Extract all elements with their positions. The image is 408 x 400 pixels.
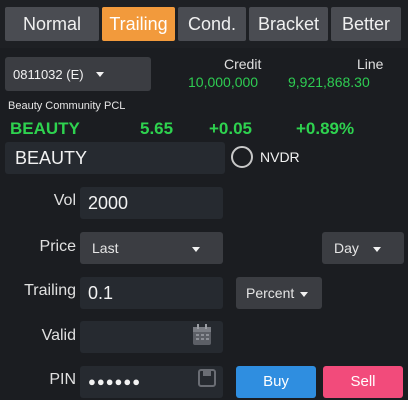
vol-label: Vol: [53, 192, 76, 209]
quote-percent-change: +0.89%: [296, 119, 355, 138]
line-label: Line: [357, 56, 384, 72]
chevron-down-icon: [300, 291, 309, 297]
price-label: Price: [39, 238, 76, 255]
quote-change: +0.05: [209, 119, 253, 138]
symbol-input[interactable]: BEAUTY: [5, 142, 225, 174]
company-name: Beauty Community PCL: [8, 100, 126, 112]
price-type-dropdown[interactable]: Last: [80, 232, 223, 264]
nvdr-radio[interactable]: [231, 146, 253, 168]
tab-trailing[interactable]: Trailing: [102, 7, 175, 41]
vol-input[interactable]: 2000: [80, 187, 223, 219]
trailing-unit-dropdown[interactable]: Percent: [236, 277, 322, 309]
tab-better[interactable]: Better: [331, 7, 401, 41]
tab-normal[interactable]: Normal: [5, 7, 99, 41]
trailing-label: Trailing: [24, 282, 76, 299]
trailing-unit-value: Percent: [246, 285, 295, 301]
account-dropdown[interactable]: 0811032 (E): [5, 57, 151, 91]
price-type-value: Last: [92, 240, 119, 256]
validity-value: Day: [334, 240, 359, 256]
quote-symbol: BEAUTY: [10, 119, 80, 138]
nvdr-label: NVDR: [260, 149, 300, 165]
credit-label: Credit: [224, 56, 262, 72]
chevron-down-icon: [192, 246, 201, 252]
validity-dropdown[interactable]: Day: [322, 232, 404, 264]
save-pin-icon[interactable]: [198, 369, 216, 387]
account-value: 0811032 (E): [13, 66, 84, 82]
order-type-tabs: Normal Trailing Cond. Bracket Better: [0, 0, 408, 48]
sell-button[interactable]: Sell: [323, 366, 403, 398]
tab-conditional[interactable]: Cond.: [178, 7, 246, 41]
quote-price: 5.65: [140, 119, 174, 138]
chevron-down-icon: [372, 246, 381, 252]
pin-label: PIN: [49, 371, 76, 388]
line-value: 9,921,868.30: [288, 74, 370, 90]
calendar-icon[interactable]: [192, 324, 212, 346]
chevron-down-icon: [95, 71, 104, 77]
trailing-input[interactable]: 0.1: [80, 277, 223, 309]
valid-label: Valid: [41, 327, 76, 344]
buy-button[interactable]: Buy: [236, 366, 316, 398]
credit-value: 10,000,000: [188, 74, 259, 90]
tab-bracket[interactable]: Bracket: [249, 7, 328, 41]
